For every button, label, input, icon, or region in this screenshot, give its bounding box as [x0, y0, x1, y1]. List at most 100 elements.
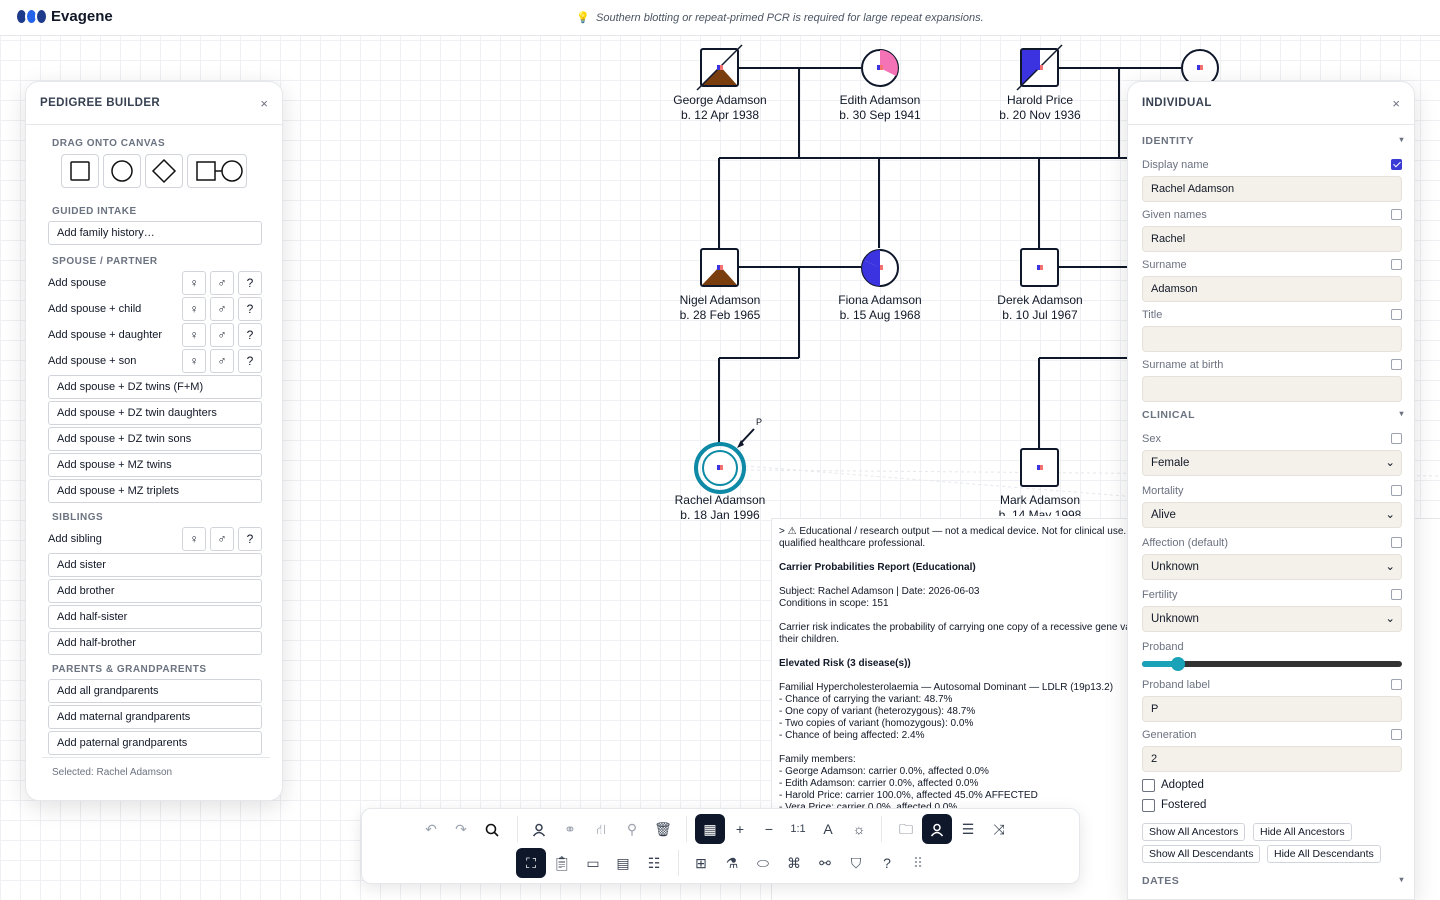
add-sibling-male-button[interactable]: ♂ [210, 527, 234, 551]
surname-at-birth-input[interactable] [1142, 376, 1402, 402]
add-sister-button[interactable]: Add sister [48, 553, 262, 577]
add-brother-button[interactable]: Add brother [48, 579, 262, 603]
add-maternal-grandparents-button[interactable]: Add maternal grandparents [48, 705, 262, 729]
trash-icon[interactable]: 🗑 [648, 814, 678, 844]
add-spouse-female-button[interactable]: ♀ [182, 271, 206, 295]
person-label-george[interactable]: George Adamson b. 12 Apr 1938 [650, 93, 790, 123]
person-label-nigel[interactable]: Nigel Adamson b. 28 Feb 1965 [650, 293, 790, 323]
square-shape-button[interactable] [61, 154, 99, 188]
affection-checkbox[interactable] [1391, 537, 1402, 548]
pedigree-node-edith[interactable] [861, 49, 899, 87]
show-all-ancestors-button[interactable]: Show All Ancestors [1142, 823, 1246, 841]
person-label-fiona[interactable]: Fiona Adamson b. 15 Aug 1968 [810, 293, 950, 323]
fertility-select[interactable]: Unknown ⌄ [1142, 606, 1402, 632]
fertility-checkbox[interactable] [1391, 589, 1402, 600]
pedigree-node-george[interactable] [696, 44, 743, 91]
hierarchy-icon[interactable]: ⛙ [586, 814, 616, 844]
close-icon[interactable]: × [260, 96, 268, 111]
add-spouse-son-male-button[interactable]: ♂ [210, 349, 234, 373]
couple-shape-button[interactable] [187, 154, 247, 188]
add-sibling-unknown-button[interactable]: ? [238, 527, 262, 551]
add-spouse-child-unknown-button[interactable]: ? [238, 297, 262, 321]
add-sibling-female-button[interactable]: ♀ [182, 527, 206, 551]
identity-section-header[interactable]: IDENTITY ▾ [1142, 135, 1404, 147]
link-icon[interactable]: ⚭ [555, 814, 585, 844]
sliders-icon[interactable]: ☰ [953, 814, 983, 844]
hide-all-ancestors-button[interactable]: Hide All Ancestors [1253, 823, 1352, 841]
text-icon[interactable]: A [813, 814, 843, 844]
proband-label-checkbox[interactable] [1391, 679, 1402, 690]
pedigree-node-derek[interactable] [1020, 248, 1059, 287]
add-spouse-son-female-button[interactable]: ♀ [182, 349, 206, 373]
plus-icon[interactable]: + [725, 814, 755, 844]
list-icon[interactable]: ☷ [639, 848, 669, 878]
given-names-checkbox[interactable] [1391, 209, 1402, 220]
display-name-input[interactable]: Rachel Adamson [1142, 176, 1402, 202]
add-spouse-daughter-male-button[interactable]: ♂ [210, 323, 234, 347]
help-icon[interactable]: ? [872, 848, 902, 878]
user-icon[interactable] [922, 814, 952, 844]
add-half-sister-button[interactable]: Add half-sister [48, 605, 262, 629]
redo-icon[interactable]: ↷ [446, 814, 476, 844]
given-names-input[interactable]: Rachel [1142, 226, 1402, 252]
display-name-checkbox[interactable] [1391, 159, 1402, 170]
pill-icon[interactable]: ⬭ [748, 848, 778, 878]
add-spouse-daughter-unknown-button[interactable]: ? [238, 323, 262, 347]
pedigree-node-fiona[interactable] [861, 249, 899, 287]
clinical-section-header[interactable]: CLINICAL ▾ [1142, 409, 1404, 421]
pedigree-node-harold[interactable] [1016, 44, 1063, 91]
add-all-grandparents-button[interactable]: Add all grandparents [48, 679, 262, 703]
pedigree-icon[interactable]: ⛶ [516, 848, 546, 878]
pedigree-node-nigel[interactable] [700, 248, 739, 287]
surname-input[interactable]: Adamson [1142, 276, 1402, 302]
sun-icon[interactable]: ☼ [844, 814, 874, 844]
add-spouse-mz-twins-button[interactable]: Add spouse + MZ twins [48, 453, 262, 477]
add-spouse-unknown-button[interactable]: ? [238, 271, 262, 295]
pedigree-node-rachel[interactable] [694, 428, 755, 494]
sex-select[interactable]: Female ⌄ [1142, 450, 1402, 476]
grid-icon[interactable]: ▦ [695, 814, 725, 844]
search-icon[interactable] [477, 814, 507, 844]
person-label-rachel[interactable]: Rachel Adamson b. 18 Jan 1996 [650, 493, 790, 523]
generation-checkbox[interactable] [1391, 729, 1402, 740]
mortality-select[interactable]: Alive ⌄ [1142, 502, 1402, 528]
surname-at-birth-checkbox[interactable] [1391, 359, 1402, 370]
fit-icon[interactable]: 1:1 [783, 814, 813, 844]
add-spouse-dz-twins-button[interactable]: Add spouse + DZ twins (F+M) [48, 375, 262, 399]
diamond-shape-button[interactable] [145, 154, 183, 188]
person-label-derek[interactable]: Derek Adamson b. 10 Jul 1967 [970, 293, 1110, 323]
shield-icon[interactable]: ⛉ [841, 848, 871, 878]
add-half-brother-button[interactable]: Add half-brother [48, 631, 262, 655]
person-icon[interactable] [524, 814, 554, 844]
mortality-checkbox[interactable] [1391, 485, 1402, 496]
person-label-harold[interactable]: Harold Price b. 20 Nov 1936 [970, 93, 1110, 123]
add-spouse-dz-twin-sons-button[interactable]: Add spouse + DZ twin sons [48, 427, 262, 451]
proband-label-input[interactable]: P [1142, 696, 1402, 722]
pedigree-node-mark[interactable] [1020, 448, 1059, 487]
add-spouse-male-button[interactable]: ♂ [210, 271, 234, 295]
proband-slider-thumb[interactable] [1171, 657, 1185, 671]
folder-icon[interactable]: 🗀 [891, 814, 921, 844]
hide-all-descendants-button[interactable]: Hide All Descendants [1267, 845, 1381, 863]
tree-icon[interactable]: ⚲ [617, 814, 647, 844]
generation-input[interactable]: 2 [1142, 746, 1402, 772]
fostered-checkbox[interactable] [1142, 799, 1155, 812]
share-icon[interactable]: ⚯ [810, 848, 840, 878]
minus-icon[interactable]: − [754, 814, 784, 844]
proband-slider[interactable] [1142, 657, 1402, 671]
circle-shape-button[interactable] [103, 154, 141, 188]
add-family-history-button[interactable]: Add family history… [48, 221, 262, 245]
add-spouse-dz-twin-daughters-button[interactable]: Add spouse + DZ twin daughters [48, 401, 262, 425]
undo-icon[interactable]: ↶ [416, 814, 446, 844]
clipboard-icon[interactable]: 📋︎ [547, 848, 577, 878]
flask-icon[interactable]: ⚗ [717, 848, 747, 878]
clipboard-plus-icon[interactable]: ⊞ [686, 848, 716, 878]
show-all-descendants-button[interactable]: Show All Descendants [1142, 845, 1261, 863]
table-icon[interactable]: ▤ [608, 848, 638, 878]
add-paternal-grandparents-button[interactable]: Add paternal grandparents [48, 731, 262, 755]
add-spouse-daughter-female-button[interactable]: ♀ [182, 323, 206, 347]
person-label-edith[interactable]: Edith Adamson b. 30 Sep 1941 [810, 93, 950, 123]
close-icon[interactable]: × [1392, 96, 1400, 111]
surname-checkbox[interactable] [1391, 259, 1402, 270]
add-spouse-mz-triplets-button[interactable]: Add spouse + MZ triplets [48, 479, 262, 503]
